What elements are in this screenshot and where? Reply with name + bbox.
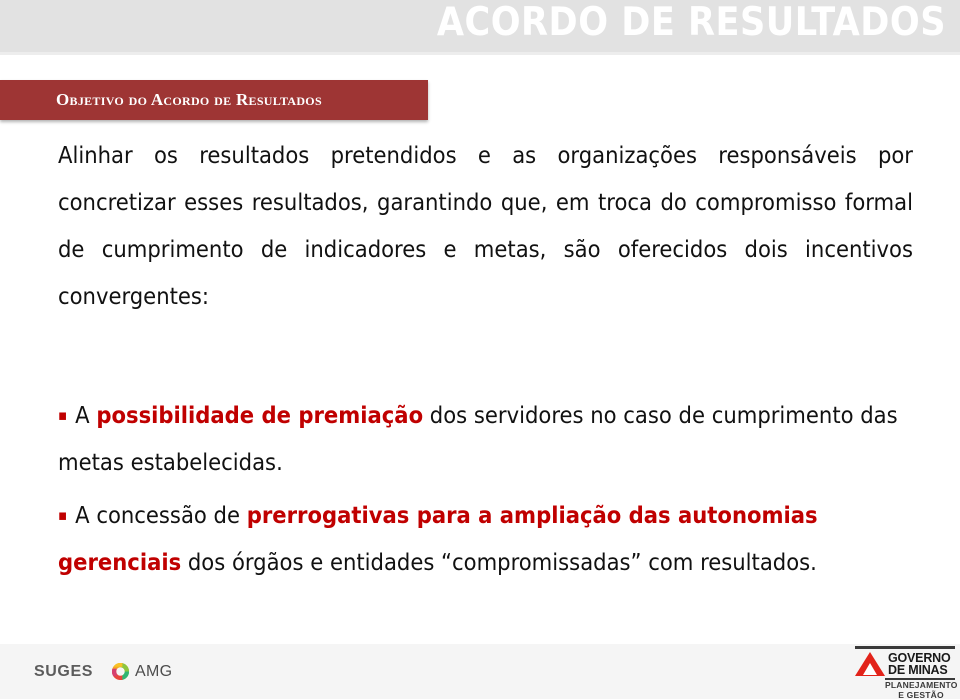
amg-logo: AMG (111, 662, 172, 681)
gov-logo-top-rule (855, 646, 955, 649)
gov-logo-line-2: DE MINAS (888, 664, 951, 676)
section-title-banner: Objetivo do Acordo de Resultados (0, 80, 428, 120)
gov-logo-subtitle: PLANEJAMENTO E GESTÃO (885, 681, 957, 700)
minas-triangle-icon (855, 652, 885, 676)
slide-header-band: ACORDO DE RESULTADOS (0, 0, 960, 52)
section-title-label: Objetivo do Acordo de Resultados (56, 80, 322, 120)
body-content: Alinhar os resultados pretendidos e as o… (58, 132, 913, 320)
bullet-lead-text: A (75, 401, 96, 429)
bullet-square-icon: ▪ (58, 506, 67, 524)
amg-wordmark: AMG (135, 663, 172, 681)
bullet-tail-text: dos órgãos e entidades “compromissadas” … (181, 548, 817, 576)
slide-footer: SUGES (0, 644, 960, 699)
suges-wordmark: SUGES (34, 663, 93, 681)
list-item: ▪A concessão de prerrogativas para a amp… (58, 492, 918, 586)
gov-logo-wordmark: GOVERNO DE MINAS (888, 652, 951, 676)
bullet-paragraph: ▪A concessão de prerrogativas para a amp… (58, 492, 918, 586)
amg-ring-icon (111, 662, 130, 681)
bullet-paragraph: ▪A possibilidade de premiação dos servid… (58, 392, 918, 486)
page-title: ACORDO DE RESULTADOS (437, 0, 946, 49)
footer-left-logos: SUGES (34, 662, 172, 681)
bullet-highlight-text: possibilidade de premiação (96, 401, 423, 429)
bullet-lead-text: A concessão de (75, 501, 247, 529)
governo-de-minas-logo: GOVERNO DE MINAS PLANEJAMENTO E GESTÃO (855, 644, 955, 696)
intro-paragraph: Alinhar os resultados pretendidos e as o… (58, 132, 913, 320)
gov-logo-main: GOVERNO DE MINAS (855, 652, 951, 676)
bullet-square-icon: ▪ (58, 406, 67, 424)
header-divider (0, 52, 960, 55)
list-item: ▪A possibilidade de premiação dos servid… (58, 392, 918, 486)
